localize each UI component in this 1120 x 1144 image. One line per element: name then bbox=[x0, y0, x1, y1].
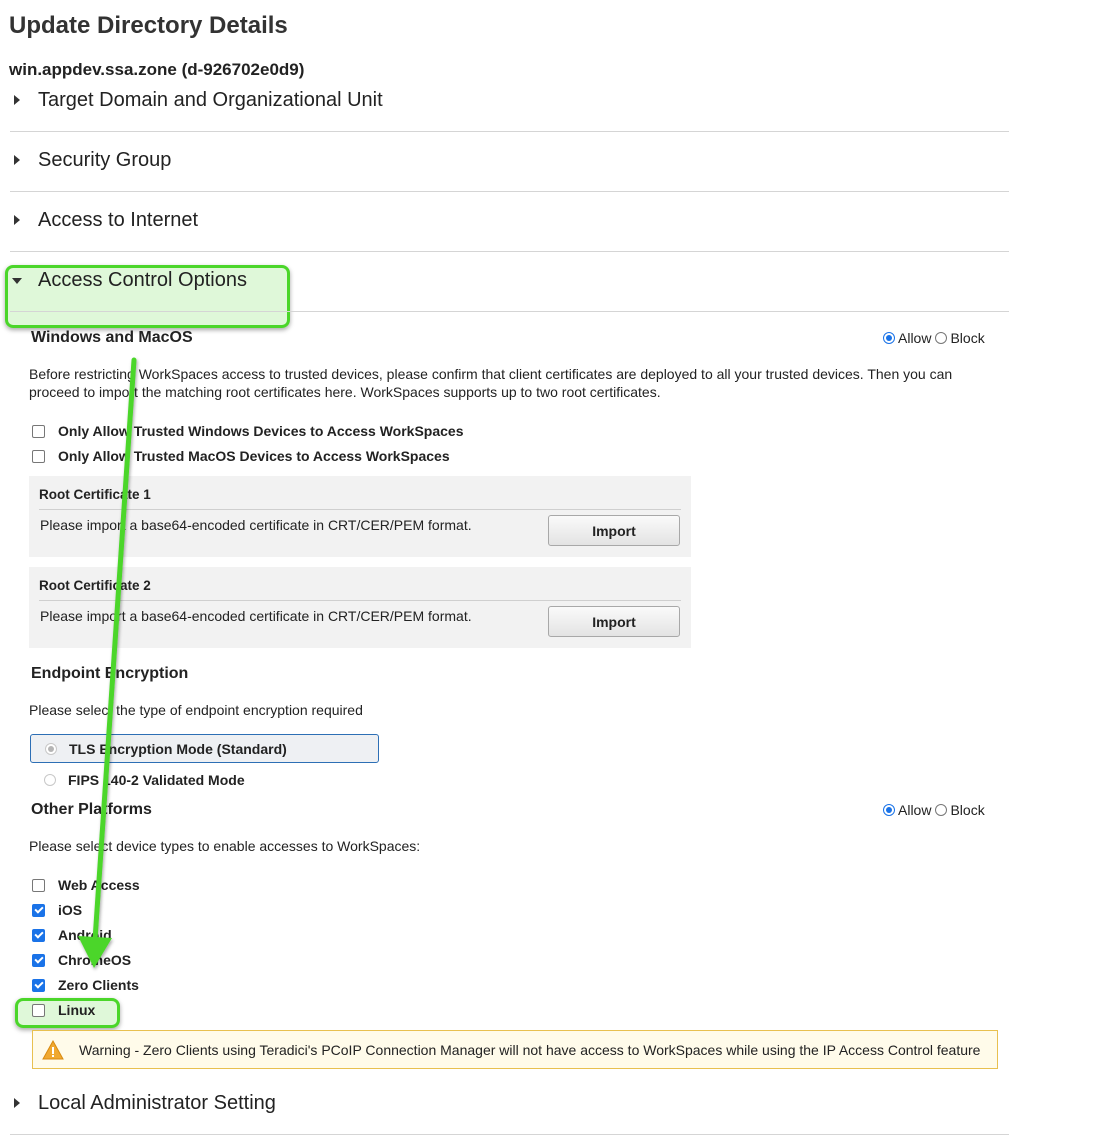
annotation-arrow-icon bbox=[78, 357, 137, 968]
